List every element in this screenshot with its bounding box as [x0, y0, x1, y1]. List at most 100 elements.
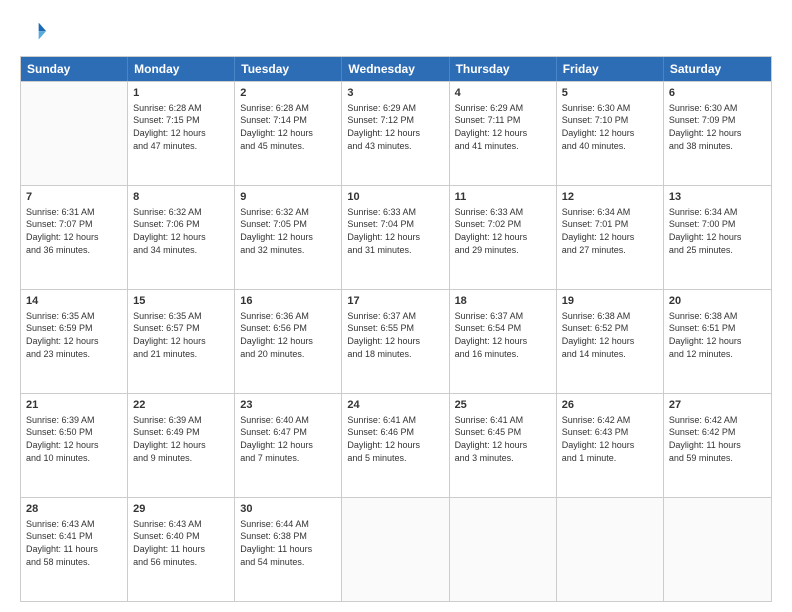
- weekday-header-sunday: Sunday: [21, 57, 128, 81]
- day-cell-empty-0-0: [21, 82, 128, 185]
- day-number: 8: [133, 190, 229, 205]
- week-row-2: 7Sunrise: 6:31 AM Sunset: 7:07 PM Daylig…: [21, 185, 771, 289]
- day-number: 2: [240, 86, 336, 101]
- day-info: Sunrise: 6:37 AM Sunset: 6:55 PM Dayligh…: [347, 310, 443, 360]
- day-info: Sunrise: 6:29 AM Sunset: 7:11 PM Dayligh…: [455, 102, 551, 152]
- day-number: 29: [133, 502, 229, 517]
- day-info: Sunrise: 6:30 AM Sunset: 7:09 PM Dayligh…: [669, 102, 766, 152]
- day-info: Sunrise: 6:40 AM Sunset: 6:47 PM Dayligh…: [240, 414, 336, 464]
- day-cell-18: 18Sunrise: 6:37 AM Sunset: 6:54 PM Dayli…: [450, 290, 557, 393]
- day-number: 6: [669, 86, 766, 101]
- day-cell-19: 19Sunrise: 6:38 AM Sunset: 6:52 PM Dayli…: [557, 290, 664, 393]
- day-info: Sunrise: 6:35 AM Sunset: 6:57 PM Dayligh…: [133, 310, 229, 360]
- day-info: Sunrise: 6:41 AM Sunset: 6:46 PM Dayligh…: [347, 414, 443, 464]
- day-number: 26: [562, 398, 658, 413]
- day-cell-27: 27Sunrise: 6:42 AM Sunset: 6:42 PM Dayli…: [664, 394, 771, 497]
- calendar-body: 1Sunrise: 6:28 AM Sunset: 7:15 PM Daylig…: [21, 81, 771, 601]
- day-info: Sunrise: 6:41 AM Sunset: 6:45 PM Dayligh…: [455, 414, 551, 464]
- day-info: Sunrise: 6:38 AM Sunset: 6:51 PM Dayligh…: [669, 310, 766, 360]
- day-info: Sunrise: 6:42 AM Sunset: 6:42 PM Dayligh…: [669, 414, 766, 464]
- week-row-5: 28Sunrise: 6:43 AM Sunset: 6:41 PM Dayli…: [21, 497, 771, 601]
- day-number: 30: [240, 502, 336, 517]
- day-cell-3: 3Sunrise: 6:29 AM Sunset: 7:12 PM Daylig…: [342, 82, 449, 185]
- day-info: Sunrise: 6:34 AM Sunset: 7:01 PM Dayligh…: [562, 206, 658, 256]
- week-row-4: 21Sunrise: 6:39 AM Sunset: 6:50 PM Dayli…: [21, 393, 771, 497]
- day-number: 17: [347, 294, 443, 309]
- day-number: 23: [240, 398, 336, 413]
- day-cell-25: 25Sunrise: 6:41 AM Sunset: 6:45 PM Dayli…: [450, 394, 557, 497]
- day-cell-29: 29Sunrise: 6:43 AM Sunset: 6:40 PM Dayli…: [128, 498, 235, 601]
- day-cell-23: 23Sunrise: 6:40 AM Sunset: 6:47 PM Dayli…: [235, 394, 342, 497]
- day-cell-17: 17Sunrise: 6:37 AM Sunset: 6:55 PM Dayli…: [342, 290, 449, 393]
- day-cell-21: 21Sunrise: 6:39 AM Sunset: 6:50 PM Dayli…: [21, 394, 128, 497]
- day-info: Sunrise: 6:33 AM Sunset: 7:04 PM Dayligh…: [347, 206, 443, 256]
- day-cell-7: 7Sunrise: 6:31 AM Sunset: 7:07 PM Daylig…: [21, 186, 128, 289]
- logo: [20, 18, 52, 46]
- weekday-header-wednesday: Wednesday: [342, 57, 449, 81]
- day-cell-28: 28Sunrise: 6:43 AM Sunset: 6:41 PM Dayli…: [21, 498, 128, 601]
- day-number: 5: [562, 86, 658, 101]
- day-number: 4: [455, 86, 551, 101]
- day-info: Sunrise: 6:42 AM Sunset: 6:43 PM Dayligh…: [562, 414, 658, 464]
- day-info: Sunrise: 6:30 AM Sunset: 7:10 PM Dayligh…: [562, 102, 658, 152]
- day-number: 22: [133, 398, 229, 413]
- day-info: Sunrise: 6:39 AM Sunset: 6:50 PM Dayligh…: [26, 414, 122, 464]
- day-number: 3: [347, 86, 443, 101]
- day-number: 12: [562, 190, 658, 205]
- day-info: Sunrise: 6:29 AM Sunset: 7:12 PM Dayligh…: [347, 102, 443, 152]
- day-info: Sunrise: 6:34 AM Sunset: 7:00 PM Dayligh…: [669, 206, 766, 256]
- page: SundayMondayTuesdayWednesdayThursdayFrid…: [0, 0, 792, 612]
- day-number: 14: [26, 294, 122, 309]
- day-info: Sunrise: 6:31 AM Sunset: 7:07 PM Dayligh…: [26, 206, 122, 256]
- day-cell-9: 9Sunrise: 6:32 AM Sunset: 7:05 PM Daylig…: [235, 186, 342, 289]
- day-cell-1: 1Sunrise: 6:28 AM Sunset: 7:15 PM Daylig…: [128, 82, 235, 185]
- day-number: 13: [669, 190, 766, 205]
- weekday-header-saturday: Saturday: [664, 57, 771, 81]
- day-cell-12: 12Sunrise: 6:34 AM Sunset: 7:01 PM Dayli…: [557, 186, 664, 289]
- day-info: Sunrise: 6:43 AM Sunset: 6:40 PM Dayligh…: [133, 518, 229, 568]
- day-number: 1: [133, 86, 229, 101]
- day-cell-14: 14Sunrise: 6:35 AM Sunset: 6:59 PM Dayli…: [21, 290, 128, 393]
- day-number: 7: [26, 190, 122, 205]
- day-info: Sunrise: 6:28 AM Sunset: 7:15 PM Dayligh…: [133, 102, 229, 152]
- day-info: Sunrise: 6:35 AM Sunset: 6:59 PM Dayligh…: [26, 310, 122, 360]
- day-number: 19: [562, 294, 658, 309]
- day-cell-8: 8Sunrise: 6:32 AM Sunset: 7:06 PM Daylig…: [128, 186, 235, 289]
- day-cell-empty-4-4: [450, 498, 557, 601]
- day-cell-10: 10Sunrise: 6:33 AM Sunset: 7:04 PM Dayli…: [342, 186, 449, 289]
- day-number: 15: [133, 294, 229, 309]
- day-number: 25: [455, 398, 551, 413]
- weekday-header-tuesday: Tuesday: [235, 57, 342, 81]
- logo-icon: [20, 18, 48, 46]
- day-cell-24: 24Sunrise: 6:41 AM Sunset: 6:46 PM Dayli…: [342, 394, 449, 497]
- day-cell-empty-4-3: [342, 498, 449, 601]
- calendar: SundayMondayTuesdayWednesdayThursdayFrid…: [20, 56, 772, 602]
- day-info: Sunrise: 6:37 AM Sunset: 6:54 PM Dayligh…: [455, 310, 551, 360]
- day-number: 21: [26, 398, 122, 413]
- day-cell-20: 20Sunrise: 6:38 AM Sunset: 6:51 PM Dayli…: [664, 290, 771, 393]
- day-cell-26: 26Sunrise: 6:42 AM Sunset: 6:43 PM Dayli…: [557, 394, 664, 497]
- day-cell-22: 22Sunrise: 6:39 AM Sunset: 6:49 PM Dayli…: [128, 394, 235, 497]
- day-info: Sunrise: 6:36 AM Sunset: 6:56 PM Dayligh…: [240, 310, 336, 360]
- day-cell-empty-4-5: [557, 498, 664, 601]
- day-cell-2: 2Sunrise: 6:28 AM Sunset: 7:14 PM Daylig…: [235, 82, 342, 185]
- day-cell-30: 30Sunrise: 6:44 AM Sunset: 6:38 PM Dayli…: [235, 498, 342, 601]
- day-info: Sunrise: 6:39 AM Sunset: 6:49 PM Dayligh…: [133, 414, 229, 464]
- week-row-1: 1Sunrise: 6:28 AM Sunset: 7:15 PM Daylig…: [21, 81, 771, 185]
- day-cell-5: 5Sunrise: 6:30 AM Sunset: 7:10 PM Daylig…: [557, 82, 664, 185]
- day-cell-6: 6Sunrise: 6:30 AM Sunset: 7:09 PM Daylig…: [664, 82, 771, 185]
- day-info: Sunrise: 6:38 AM Sunset: 6:52 PM Dayligh…: [562, 310, 658, 360]
- day-number: 24: [347, 398, 443, 413]
- day-cell-4: 4Sunrise: 6:29 AM Sunset: 7:11 PM Daylig…: [450, 82, 557, 185]
- day-number: 20: [669, 294, 766, 309]
- day-info: Sunrise: 6:44 AM Sunset: 6:38 PM Dayligh…: [240, 518, 336, 568]
- day-number: 28: [26, 502, 122, 517]
- day-info: Sunrise: 6:33 AM Sunset: 7:02 PM Dayligh…: [455, 206, 551, 256]
- weekday-header-monday: Monday: [128, 57, 235, 81]
- weekday-header-friday: Friday: [557, 57, 664, 81]
- day-number: 9: [240, 190, 336, 205]
- day-number: 16: [240, 294, 336, 309]
- day-info: Sunrise: 6:32 AM Sunset: 7:05 PM Dayligh…: [240, 206, 336, 256]
- day-info: Sunrise: 6:32 AM Sunset: 7:06 PM Dayligh…: [133, 206, 229, 256]
- week-row-3: 14Sunrise: 6:35 AM Sunset: 6:59 PM Dayli…: [21, 289, 771, 393]
